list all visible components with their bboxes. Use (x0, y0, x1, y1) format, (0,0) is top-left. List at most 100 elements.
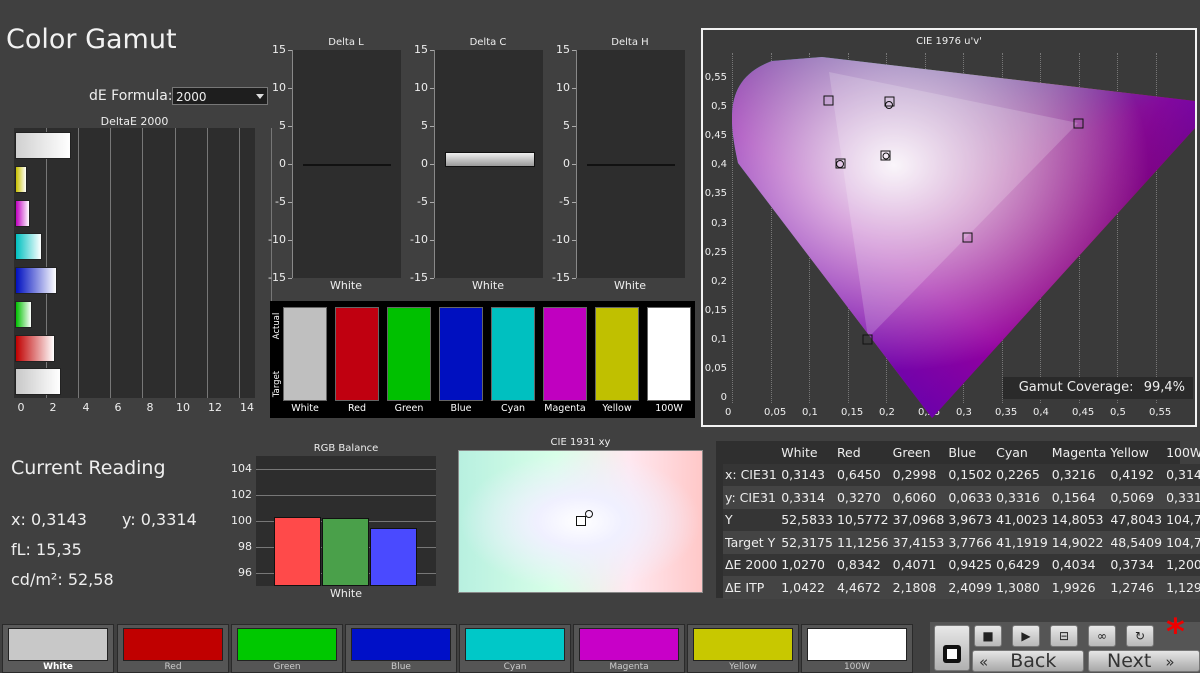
delta-bar (587, 164, 675, 166)
table-cell: 48,5409 (1110, 534, 1163, 550)
delta-y-tickmark (430, 50, 434, 51)
stop-square-inner-icon (947, 649, 957, 659)
rgb-gridline (256, 495, 436, 496)
cie1976-y-tick: 0,3 (711, 218, 727, 229)
cie1976-y-tick: 0,25 (704, 247, 727, 258)
deltae-bar-white (15, 368, 61, 395)
patch-swatch (807, 628, 907, 661)
table-cell: 0,9425 (948, 557, 993, 573)
deltae-gridline (110, 128, 111, 398)
patch-button-cyan[interactable]: Cyan (459, 624, 571, 673)
stop-button[interactable]: ■ (974, 625, 1002, 647)
rgb-y-tick: 104 (231, 462, 252, 475)
table-cell: 0,3216 (1051, 467, 1096, 483)
deltae-x-tick: 6 (114, 401, 122, 414)
table-cell: 0,3146 (1166, 467, 1200, 483)
table-cell: 0,0633 (948, 489, 993, 505)
table-cell: 1,0270 (781, 557, 825, 573)
table-cell: 2,1808 (892, 579, 937, 595)
gamut-coverage-value: 99,4% (1143, 380, 1185, 395)
delta-y-tick: 0 (563, 157, 570, 170)
asterisk-icon[interactable]: * (1166, 612, 1185, 653)
patch-label: Cyan (503, 662, 527, 672)
deltae-chart-title: DeltaE 2000 (100, 115, 169, 128)
table-cell: 0,4034 (1051, 557, 1096, 573)
swatch-magenta (543, 307, 587, 401)
patch-button-green[interactable]: Green (231, 624, 343, 673)
deltae-bar-red (15, 335, 55, 362)
rgb-gridline (256, 469, 436, 470)
play-icon: ▶ (1021, 629, 1031, 643)
delta-chart-l (292, 50, 401, 278)
deltae-bar-yellow (15, 166, 27, 193)
cie1976-y-tick: 0,4 (711, 159, 727, 170)
back-button[interactable]: « Back (972, 650, 1084, 672)
deltae-bar-magenta (15, 200, 30, 227)
table-cell: 37,0968 (892, 512, 945, 528)
refresh-button[interactable]: ↻ (1126, 625, 1154, 647)
patch-label: Blue (391, 662, 411, 672)
table-cell: 0,6060 (892, 489, 937, 505)
deltae-x-tick: 2 (49, 401, 57, 414)
cie1931-diagram (458, 450, 703, 593)
swatch-100w (647, 307, 691, 401)
delta-y-tick: -15 (268, 271, 286, 284)
cie1976-frame: CIE 1976 u'v' 0 0,05 0,1 0,15 0,2 0,25 0,3 0,35… (701, 28, 1197, 427)
delta-chart-xlabel: White (330, 279, 362, 292)
table-cell: 0,1564 (1051, 489, 1096, 505)
next-button[interactable]: Next » (1088, 650, 1200, 672)
table-header-cell: Magenta (1051, 444, 1107, 460)
delta-y-tickmark (288, 164, 292, 165)
delta-y-tick: -5 (417, 195, 428, 208)
table-cell: 0,3734 (1110, 557, 1155, 573)
delta-y-tick: -10 (268, 233, 286, 246)
table-header-cell: 100W (1166, 444, 1200, 460)
de-formula-value: 2000 (176, 90, 207, 104)
table-cell: 1,0422 (781, 579, 825, 595)
delta-y-tick: -5 (559, 195, 570, 208)
delta-y-tickmark (288, 126, 292, 127)
record-button[interactable]: ⊟ (1050, 625, 1078, 647)
back-label: Back (1010, 650, 1057, 672)
patch-button-white[interactable]: White (2, 624, 114, 673)
play-button[interactable]: ▶ (1012, 625, 1040, 647)
deltae-x-tick: 4 (82, 401, 90, 414)
swatch-label: Magenta (544, 403, 586, 414)
loop-button[interactable]: ∞ (1088, 625, 1116, 647)
table-cell: 0,3314 (781, 489, 825, 505)
deltae-gridline (78, 128, 79, 398)
patch-button-red[interactable]: Red (117, 624, 229, 673)
table-cell: 0,4071 (892, 557, 937, 573)
gamut-coverage: Gamut Coverage: 99,4% (1003, 377, 1193, 399)
stop-measure-button[interactable] (934, 625, 970, 671)
table-cell: Target Y (725, 534, 776, 550)
swatch-yellow (595, 307, 639, 401)
delta-y-tick: -10 (552, 233, 570, 246)
table-cell: 10,5772 (836, 512, 889, 528)
rgb-bar-r (274, 517, 321, 586)
patch-button-yellow[interactable]: Yellow (687, 624, 799, 673)
delta-y-tick: 0 (421, 157, 428, 170)
delta-y-tick: 15 (272, 43, 286, 56)
table-cell: Y (725, 512, 733, 528)
de-formula-label: dE Formula: (89, 88, 173, 104)
table-header-cell: White (781, 444, 818, 460)
delta-y-tick: 15 (414, 43, 428, 56)
delta-y-tick: 10 (556, 81, 570, 94)
table-cell: 0,1502 (948, 467, 993, 483)
deltae-gridline (142, 128, 143, 398)
patch-label: Magenta (609, 662, 649, 672)
patch-button-magenta[interactable]: Magenta (573, 624, 685, 673)
readings-table: White Red Green Blue Cyan Magenta Yellow 100W x:… (723, 441, 1200, 599)
de-formula-dropdown[interactable]: 2000 (172, 87, 268, 105)
patch-button-blue[interactable]: Blue (345, 624, 457, 673)
rgb-y-tick: 98 (238, 540, 252, 553)
reading-cdm2: cd/m²: 52,58 (11, 570, 114, 589)
cie1931-title: CIE 1931 xy (550, 437, 611, 448)
rgb-balance-xlabel: White (330, 587, 362, 600)
table-cell: 0,8342 (836, 557, 881, 573)
table-cell: 52,3175 (781, 534, 833, 550)
cie1976-y-tick: 0,5 (711, 101, 727, 112)
table-cell: 0,3270 (836, 489, 881, 505)
patch-button-100w[interactable]: 100W (801, 624, 913, 673)
